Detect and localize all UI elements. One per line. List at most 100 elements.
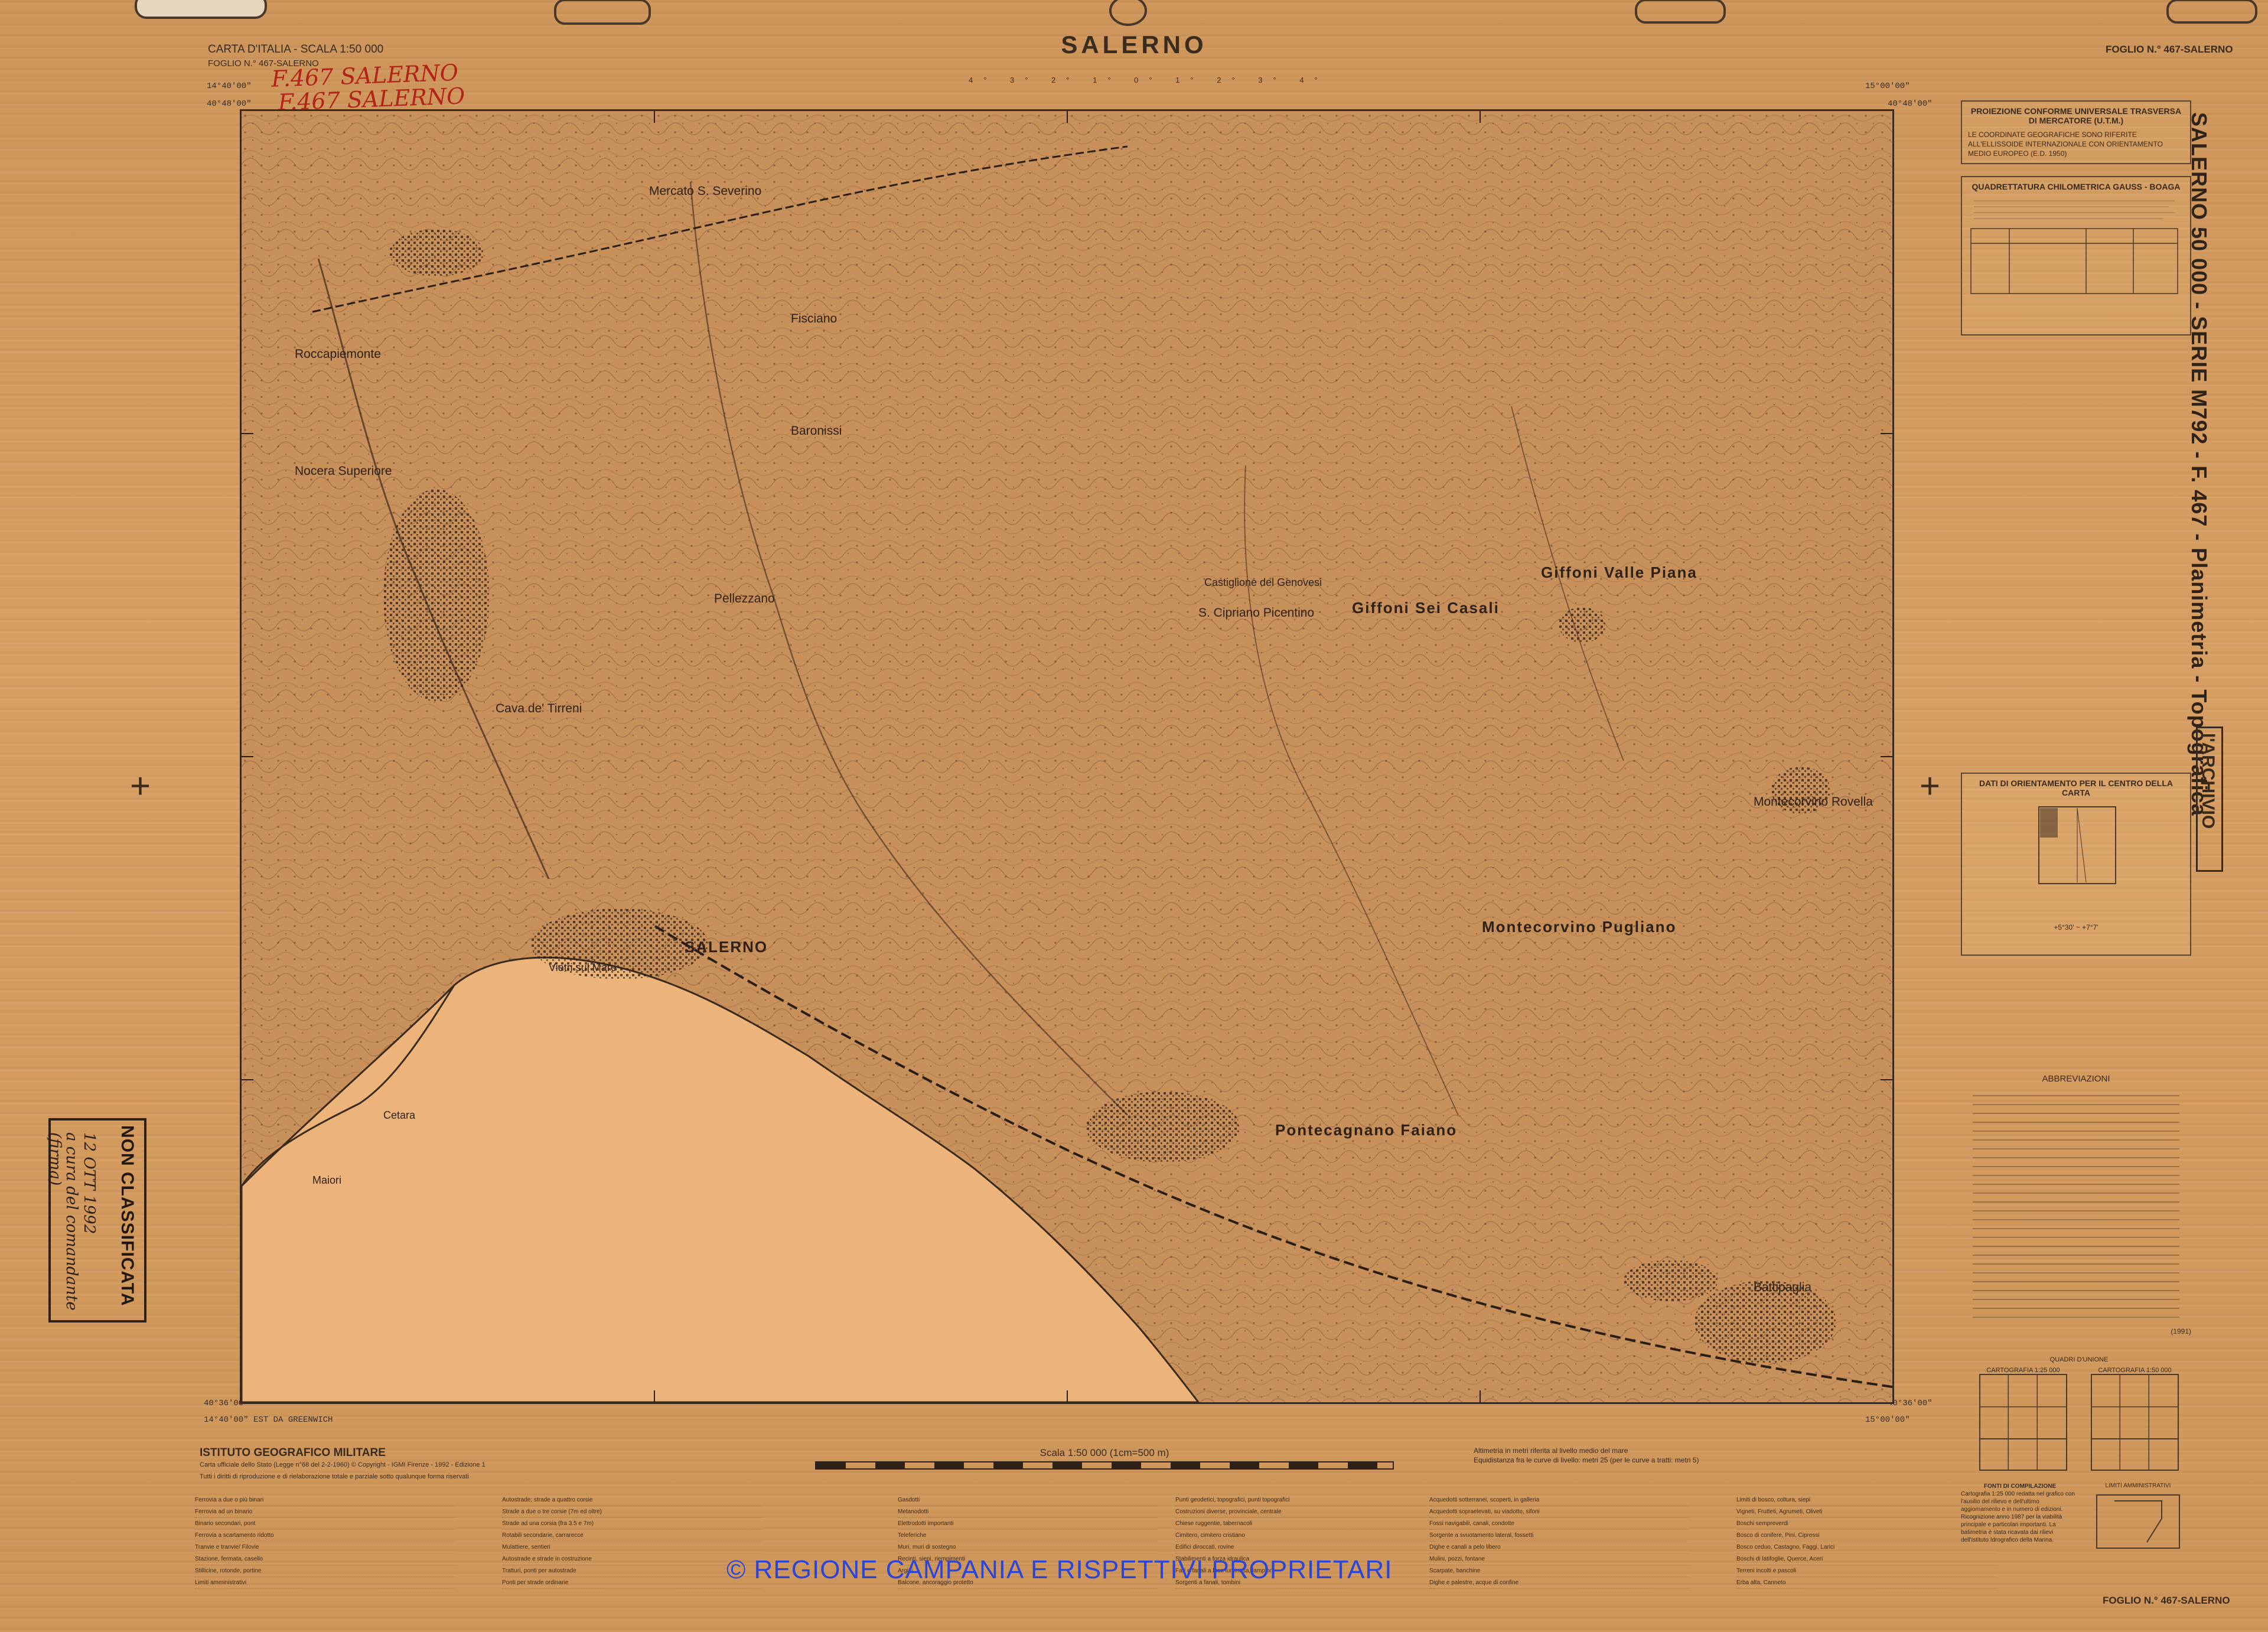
place-roccapiemonte[interactable]: Roccapiemonte bbox=[295, 347, 381, 361]
place-pontecagnano-faiano[interactable]: Pontecagnano Faiano bbox=[1275, 1121, 1457, 1139]
legend-item: Tratturi, ponti per autostrade bbox=[502, 1565, 762, 1577]
copyright-notice: © REGIONE CAMPANIA E RISPETTIVI PROPRIET… bbox=[726, 1555, 1393, 1584]
legend-item: Gasdotti bbox=[898, 1494, 1158, 1506]
place-giffoni-valle-piana[interactable]: Giffoni Valle Piana bbox=[1541, 563, 1697, 582]
stamp-handwriting-3: (firma) bbox=[46, 1132, 64, 1185]
legend-item: Edifici diroccati, rovine bbox=[1175, 1542, 1435, 1553]
archivio-text: l'ARCHIVIO bbox=[2198, 733, 2218, 829]
place-montecorvino-rovella[interactable]: Montecorvino Rovella bbox=[1754, 795, 1873, 809]
legend-item: Erba alta, Canneto bbox=[1736, 1577, 1996, 1589]
rights-line-2: Tutti i diritti di riproduzione e di rie… bbox=[200, 1473, 469, 1480]
place-mercato-san-severino[interactable]: Mercato S. Severino bbox=[649, 184, 761, 198]
place-giffoni-sei-casali[interactable]: Giffoni Sei Casali bbox=[1352, 599, 1500, 617]
map-frame[interactable]: Mercato S. Severino Roccapiemonte Nocera… bbox=[240, 109, 1894, 1404]
fonti-compilazione: FONTI DI COMPILAZIONE Cartografia 1:25 0… bbox=[1961, 1483, 2079, 1544]
coord-bottom-left-lon: 14°40'00" EST DA GREENWICH bbox=[204, 1415, 333, 1425]
legend-item: Scarpate, banchine bbox=[1429, 1565, 1689, 1577]
limiti-amministrativi: LIMITI AMMINISTRATIVI bbox=[2085, 1483, 2191, 1556]
edition-year: (1991) bbox=[2171, 1327, 2191, 1335]
legend-item: Ferrovia ad un binario bbox=[195, 1506, 455, 1518]
legend-item: Autostrade e strade in costruzione bbox=[502, 1553, 762, 1565]
place-montecorvino-pugliano[interactable]: Montecorvino Pugliano bbox=[1482, 918, 1676, 936]
registration-cross-right: + bbox=[1920, 766, 1941, 806]
legend-item: Boschi di latifoglie, Querce, Aceri bbox=[1736, 1553, 1996, 1565]
quadrettatura-title: QUADRETTATURA CHILOMETRICA GAUSS - BOAGA bbox=[1972, 182, 2181, 191]
legend-item: Tranvie e tranvie/ Filovie bbox=[195, 1542, 455, 1553]
coord-top-left-lat: 40°48'00" bbox=[207, 99, 252, 109]
legend-item: Bosco di conifere, Pini, Cipressi bbox=[1736, 1530, 1996, 1542]
place-cava-de-tirreni[interactable]: Cava de' Tirreni bbox=[496, 702, 582, 716]
quadri-25k-label: CARTOGRAFIA 1:25 000 bbox=[1986, 1367, 2060, 1374]
stamp-handwriting-2: a cura del comandante bbox=[63, 1132, 80, 1311]
legend-item: Boschi sempreverdi bbox=[1736, 1518, 1996, 1530]
stamp-hand-3: (firma) bbox=[46, 1132, 64, 1186]
legend-item: Costruzioni diverse, provinciale, centra… bbox=[1175, 1506, 1435, 1518]
stamp-text: NON CLASSIFICATA bbox=[118, 1125, 137, 1307]
limiti-diagram bbox=[2096, 1494, 2180, 1549]
legend-item: Teleferiche bbox=[898, 1530, 1158, 1542]
coord-bottom-right-lon: 15°00'00" bbox=[1865, 1415, 1910, 1425]
legend-item: Strade ad una corsia (fra 3.5 e 7m) bbox=[502, 1518, 762, 1530]
altimetry-line-1: Altimetria in metri riferita al livello … bbox=[1474, 1447, 1628, 1455]
declination-value: +5°30' ~ +7°7' bbox=[2054, 923, 2098, 931]
stamp-handwriting: 12 OTT 1992 bbox=[80, 1132, 98, 1234]
place-salerno[interactable]: SALERNO bbox=[685, 938, 768, 956]
legend-item: Limiti amministrativi bbox=[195, 1577, 455, 1589]
legend-item: Stillicine, rotonde, portine bbox=[195, 1565, 455, 1577]
orientation-diagram bbox=[2038, 806, 2116, 884]
place-pellezzano[interactable]: Pellezzano bbox=[714, 592, 775, 606]
vertical-catalog-title: SALERNO 50 000 - SERIE M792 - F. 467 - P… bbox=[2187, 112, 2214, 816]
place-castiglione[interactable]: Castiglione del Genovesi bbox=[1204, 576, 1322, 589]
altimetry-note: Altimetria in metri riferita al livello … bbox=[1474, 1446, 1699, 1465]
coord-top-right-lon: 15°00'00" bbox=[1865, 82, 1910, 91]
coord-top-right-lat: 40°48'00" bbox=[1888, 99, 1933, 109]
legend-item: Elettrodotti importanti bbox=[898, 1518, 1158, 1530]
legend-col-railways: Ferrovia a due o più binari Ferrovia ad u… bbox=[195, 1494, 455, 1589]
quadri-25k-grid bbox=[1979, 1374, 2067, 1471]
legend-item: Acquedotti sopraelevati, su viadotto, si… bbox=[1429, 1506, 1689, 1518]
place-vietri-sul-mare[interactable]: Vietri sul Mare bbox=[549, 962, 617, 974]
projection-note: LE COORDINATE GEOGRAFICHE SONO RIFERITE … bbox=[1968, 131, 2163, 158]
map-canvas[interactable] bbox=[242, 111, 1892, 1402]
binder-rings bbox=[135, 0, 2257, 26]
legend-col-water: Acquedotti sotterranei, scoperti, in gal… bbox=[1429, 1494, 1689, 1589]
scale-text: Scala 1:50 000 (1cm=500 m) bbox=[1040, 1447, 1169, 1458]
orientation-box: DATI DI ORIENTAMENTO PER IL CENTRO DELLA… bbox=[1961, 773, 2191, 956]
legend-item: Autostrade; strade a quattro corsie bbox=[502, 1494, 762, 1506]
series-line: CARTA D'ITALIA - SCALA 1:50 000 bbox=[208, 43, 384, 56]
legend-item: Stazione, fermata, casello bbox=[195, 1553, 455, 1565]
institute-name: ISTITUTO GEOGRAFICO MILITARE bbox=[200, 1447, 386, 1459]
legend-item: Dighe e canali a pelo libero bbox=[1429, 1542, 1689, 1553]
legend-item: Binario secondari, pont bbox=[195, 1518, 455, 1530]
place-san-cipriano[interactable]: S. Cipriano Picentino bbox=[1198, 606, 1314, 620]
legend-item: Chiese ruggentie, tabernacoli bbox=[1175, 1518, 1435, 1530]
quadrettatura-box: QUADRETTATURA CHILOMETRICA GAUSS - BOAGA bbox=[1961, 176, 2191, 335]
quadri-unione: QUADRI D'UNIONE CARTOGRAFIA 1:25 000 CAR… bbox=[1961, 1356, 2197, 1471]
legend-item: Strade a due o tre corsie (7m ed oltre) bbox=[502, 1506, 762, 1518]
projection-title: PROIEZIONE CONFORME UNIVERSALE TRASVERSA… bbox=[1970, 106, 2182, 125]
abbreviazioni-title: ABBREVIAZIONI bbox=[2042, 1074, 2110, 1084]
legend-item: Metanodotti bbox=[898, 1506, 1158, 1518]
registration-cross-left: + bbox=[130, 766, 151, 806]
place-battipaglia[interactable]: Battipaglia bbox=[1754, 1281, 1811, 1295]
legend-item: Sorgente a svuotamento lateral, fossetti bbox=[1429, 1530, 1689, 1542]
altimetry-line-2: Equidistanza fra le curve di livello: me… bbox=[1474, 1456, 1699, 1464]
orientation-title: DATI DI ORIENTAMENTO PER IL CENTRO DELLA… bbox=[1979, 778, 2173, 797]
top-scale-ticks: 4° 3° 2° 1° 0° 1° 2° 3° 4° bbox=[969, 76, 1328, 84]
place-nocera-superiore[interactable]: Nocera Superiore bbox=[295, 464, 392, 478]
place-fisciano[interactable]: Fisciano bbox=[791, 312, 837, 326]
fonti-text: Cartografia 1:25 000 redatta nel grafico… bbox=[1961, 1491, 2075, 1543]
legend-item: Ferrovia a scartamento ridotto bbox=[195, 1530, 455, 1542]
place-maiori[interactable]: Maiori bbox=[312, 1174, 341, 1187]
stamp-hand-2: a cura del comandante bbox=[63, 1132, 80, 1311]
legend-item: Terreni incolti e pascoli bbox=[1736, 1565, 1996, 1577]
coord-top-left-lon: 14°40'00" bbox=[207, 82, 252, 91]
projection-box: PROIEZIONE CONFORME UNIVERSALE TRASVERSA… bbox=[1961, 100, 2191, 164]
place-baronissi[interactable]: Baronissi bbox=[791, 424, 842, 438]
vertical-catalog-text: SALERNO 50 000 - SERIE M792 - F. 467 - P… bbox=[2187, 112, 2211, 816]
legend-item: Limiti di bosco, coltura, siepi bbox=[1736, 1494, 1996, 1506]
archivio-stamp: l'ARCHIVIO bbox=[2196, 727, 2223, 872]
quadri-50k-grid bbox=[2091, 1374, 2179, 1471]
place-cetara[interactable]: Cetara bbox=[383, 1109, 415, 1122]
scale-bar: Scala 1:50 000 (1cm=500 m) bbox=[815, 1447, 1394, 1470]
